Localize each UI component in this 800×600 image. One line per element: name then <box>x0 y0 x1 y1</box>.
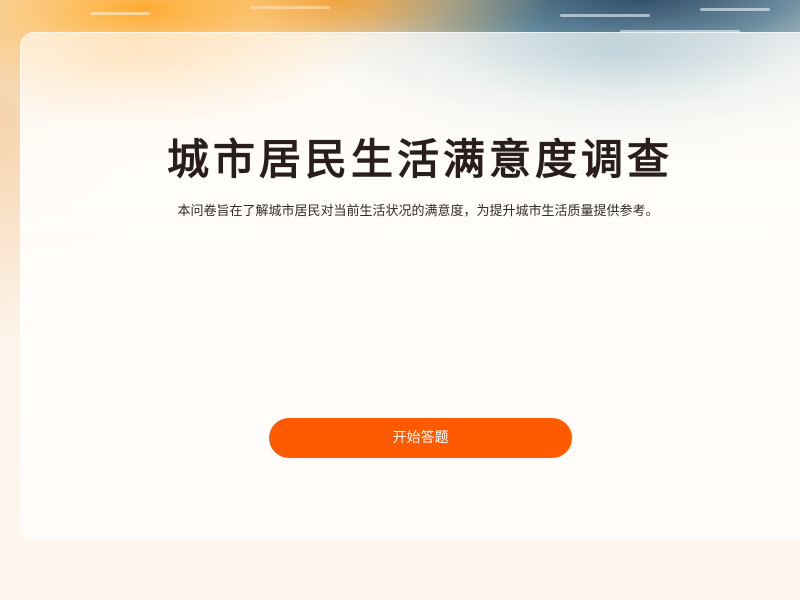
survey-card <box>20 32 800 539</box>
start-survey-button[interactable]: 开始答题 <box>269 418 572 458</box>
survey-description: 本问卷旨在了解城市居民对当前生活状况的满意度，为提升城市生活质量提供参考。 <box>177 204 659 219</box>
survey-title: 城市居民生活满意度调查 <box>166 135 673 184</box>
